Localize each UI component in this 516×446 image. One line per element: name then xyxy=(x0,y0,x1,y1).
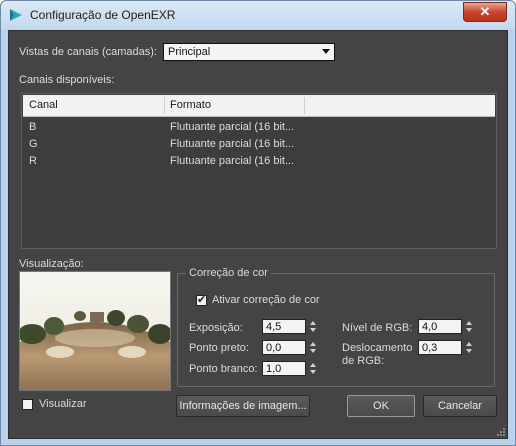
table-row[interactable]: G Flutuante parcial (16 bit... xyxy=(23,136,495,153)
spinner-arrows-icon[interactable] xyxy=(308,361,318,376)
dialog-content: Vistas de canais (camadas): Principal Ca… xyxy=(8,30,508,439)
rgb-level-spinner[interactable]: 4,0 xyxy=(418,319,474,334)
channel-name: G xyxy=(29,138,38,150)
preview-checkbox[interactable] xyxy=(22,399,33,410)
spinner-arrows-icon[interactable] xyxy=(464,340,474,355)
channels-list[interactable]: Canal Formato B Flutuante parcial (16 bi… xyxy=(21,93,497,249)
channels-label: Canais disponíveis: xyxy=(19,74,115,86)
color-correction-group: Correção de cor Ativar correção de cor E… xyxy=(177,267,495,387)
channel-view-label: Vistas de canais (camadas): xyxy=(19,46,157,58)
channel-view-selected: Principal xyxy=(168,46,211,58)
white-point-spinner[interactable]: 1,0 xyxy=(262,361,318,376)
column-header-canal[interactable]: Canal xyxy=(29,99,58,111)
channel-name: B xyxy=(29,121,37,133)
chevron-down-icon xyxy=(322,49,330,54)
close-button[interactable]: ✕ xyxy=(463,2,507,22)
spinner-arrows-icon[interactable] xyxy=(308,319,318,334)
enable-correction-checkbox[interactable] xyxy=(196,293,207,306)
column-divider[interactable] xyxy=(164,97,165,114)
column-header-formato[interactable]: Formato xyxy=(170,99,211,111)
resize-grip-icon[interactable] xyxy=(495,426,505,436)
channel-format: Flutuante parcial (16 bit... xyxy=(170,138,295,150)
app-icon xyxy=(10,9,22,21)
image-info-button[interactable]: Informações de imagem... xyxy=(176,395,310,417)
rgb-offset-field[interactable]: 0,3 xyxy=(418,340,462,355)
white-point-field[interactable]: 1,0 xyxy=(262,361,306,376)
rgb-level-label: Nível de RGB: xyxy=(342,322,413,334)
exposure-field[interactable]: 4,5 xyxy=(262,319,306,334)
rgb-offset-spinner[interactable]: 0,3 xyxy=(418,340,474,355)
black-point-spinner[interactable]: 0,0 xyxy=(262,340,318,355)
black-point-field[interactable]: 0,0 xyxy=(262,340,306,355)
dialog-window: Configuração de OpenEXR ✕ Vistas de cana… xyxy=(0,0,516,446)
ok-button[interactable]: OK xyxy=(347,395,415,417)
white-point-label: Ponto branco: xyxy=(189,363,258,375)
preview-image xyxy=(19,271,171,391)
cancel-button[interactable]: Cancelar xyxy=(423,395,497,417)
channel-format: Flutuante parcial (16 bit... xyxy=(170,155,295,167)
column-divider[interactable] xyxy=(304,97,305,114)
table-row[interactable]: R Flutuante parcial (16 bit... xyxy=(23,153,495,170)
color-correction-title: Correção de cor xyxy=(186,267,271,279)
spinner-arrows-icon[interactable] xyxy=(464,319,474,334)
spinner-arrows-icon[interactable] xyxy=(308,340,318,355)
channel-format: Flutuante parcial (16 bit... xyxy=(170,121,295,133)
exposure-label: Exposição: xyxy=(189,322,243,334)
title-bar[interactable]: Configuração de OpenEXR ✕ xyxy=(1,1,515,30)
channel-view-select[interactable]: Principal xyxy=(163,43,335,61)
rgb-offset-label: Deslocamento de RGB: xyxy=(342,342,413,367)
enable-correction-label[interactable]: Ativar correção de cor xyxy=(212,294,320,306)
rgb-level-field[interactable]: 4,0 xyxy=(418,319,462,334)
exposure-spinner[interactable]: 4,5 xyxy=(262,319,318,334)
table-row[interactable]: B Flutuante parcial (16 bit... xyxy=(23,119,495,136)
preview-label: Visualização: xyxy=(19,258,84,270)
channels-list-header: Canal Formato xyxy=(23,95,495,117)
window-title: Configuração de OpenEXR xyxy=(30,8,176,22)
preview-checkbox-label[interactable]: Visualizar xyxy=(39,398,87,410)
channel-name: R xyxy=(29,155,37,167)
black-point-label: Ponto preto: xyxy=(189,342,249,354)
